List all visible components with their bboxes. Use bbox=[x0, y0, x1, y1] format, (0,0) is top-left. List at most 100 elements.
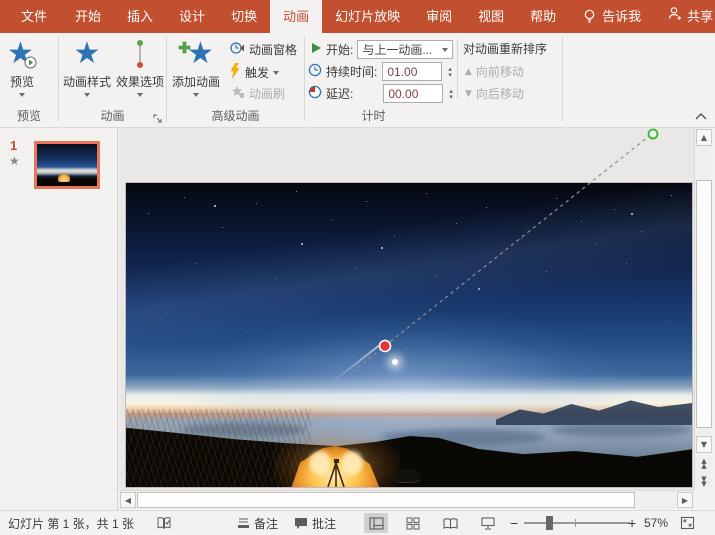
duration-input[interactable]: 01.00 bbox=[382, 62, 442, 81]
tab-view[interactable]: 视图 bbox=[465, 0, 517, 33]
reorder-header: 对动画重新排序 bbox=[463, 40, 547, 57]
move-earlier-button[interactable]: ▲ 向前移动 bbox=[465, 63, 524, 80]
zoom-slider-tick bbox=[575, 519, 576, 527]
tab-animations[interactable]: 动画 bbox=[270, 0, 322, 33]
slideshow-button[interactable] bbox=[476, 513, 500, 533]
animation-styles-label: 动画样式 bbox=[63, 73, 111, 90]
animation-painter-button[interactable]: 动画刷 bbox=[229, 85, 285, 102]
tab-insert[interactable]: 插入 bbox=[114, 0, 166, 33]
status-bar: 幻灯片 第 1 张，共 1 张 备注 批注 − + 57 bbox=[0, 510, 715, 535]
effect-options-button[interactable]: 效果选项 bbox=[116, 36, 164, 97]
add-animation-icon: ★ bbox=[178, 36, 214, 72]
tripod-silhouette bbox=[318, 455, 354, 488]
effect-options-label: 效果选项 bbox=[116, 73, 164, 90]
dialog-launcher-icon[interactable] bbox=[153, 113, 163, 123]
animation-painter-icon bbox=[229, 85, 245, 102]
vertical-scrollbar[interactable]: ▲ ▼ ▲▲ ▼▼ bbox=[694, 128, 712, 490]
start-dropdown[interactable]: 与上一动画... bbox=[357, 40, 453, 59]
vertical-scroll-thumb[interactable] bbox=[696, 180, 712, 428]
spellcheck-button[interactable] bbox=[157, 511, 171, 535]
slideshow-icon bbox=[481, 517, 495, 530]
zoom-in-icon[interactable]: + bbox=[628, 511, 636, 535]
group-label-preview: 预览 bbox=[0, 107, 58, 124]
slide-info: 幻灯片 第 1 张，共 1 张 bbox=[8, 511, 134, 535]
ribbon-tab-bar: 文件 开始 插入 设计 切换 动画 幻灯片放映 审阅 视图 帮助 告诉我 共享 bbox=[0, 0, 715, 33]
tab-transitions[interactable]: 切换 bbox=[218, 0, 270, 33]
thumbnail-tent bbox=[58, 174, 70, 182]
duration-row: 持续时间: 01.00 ▴▾ bbox=[308, 62, 452, 81]
preview-star-icon: ★ bbox=[7, 36, 37, 72]
chevron-down-icon bbox=[193, 93, 199, 97]
duration-spinner[interactable]: ▴▾ bbox=[448, 66, 452, 78]
share-label: 共享 bbox=[687, 0, 713, 33]
chevron-down-icon bbox=[84, 93, 90, 97]
comments-button[interactable]: 批注 bbox=[294, 511, 336, 535]
group-animation: ★ 动画样式 效果选项 动画 bbox=[59, 33, 166, 128]
scroll-up-button[interactable]: ▲ bbox=[696, 129, 712, 146]
slide[interactable] bbox=[125, 182, 693, 488]
tab-help[interactable]: 帮助 bbox=[517, 0, 569, 33]
tab-review[interactable]: 审阅 bbox=[413, 0, 465, 33]
fog-patch bbox=[551, 423, 691, 437]
move-earlier-label: 向前移动 bbox=[476, 63, 524, 80]
lightbulb-icon bbox=[569, 0, 600, 33]
trigger-button[interactable]: 触发 bbox=[229, 63, 279, 81]
zoom-level-label: 57% bbox=[644, 516, 668, 530]
delay-value: 00.00 bbox=[388, 87, 418, 101]
start-row: 开始: 与上一动画... bbox=[311, 40, 453, 59]
collapse-ribbon-icon[interactable] bbox=[695, 109, 707, 123]
animation-indicator-star-icon: ★ bbox=[9, 154, 20, 168]
delay-row: 延迟: 00.00 ▴▾ bbox=[308, 84, 453, 103]
fit-to-window-button[interactable] bbox=[680, 511, 695, 535]
add-animation-button[interactable]: ★ 添加动画 bbox=[172, 36, 220, 97]
next-slide-button[interactable]: ▼▼ bbox=[696, 473, 712, 490]
fit-to-window-icon bbox=[680, 516, 695, 530]
slide-thumbnail[interactable] bbox=[34, 141, 100, 189]
notes-button[interactable]: 备注 bbox=[237, 511, 278, 535]
animation-star-icon: ★ bbox=[74, 36, 101, 72]
delay-spinner[interactable]: ▴▾ bbox=[449, 88, 453, 100]
chevron-down-icon bbox=[137, 93, 143, 97]
scroll-left-button[interactable]: ◀ bbox=[120, 492, 136, 508]
preview-label: 预览 bbox=[10, 73, 34, 90]
horizontal-scrollbar[interactable]: ◀ ▶ bbox=[119, 490, 694, 509]
share-person-icon bbox=[667, 0, 682, 33]
previous-slide-button[interactable]: ▲▲ bbox=[696, 455, 712, 472]
reading-view-button[interactable] bbox=[438, 513, 462, 533]
play-icon bbox=[311, 42, 322, 57]
slide-sorter-button[interactable] bbox=[401, 513, 425, 533]
delay-label: 延迟: bbox=[326, 85, 353, 102]
mountain-ridge bbox=[496, 395, 693, 425]
scroll-down-button[interactable]: ▼ bbox=[696, 436, 712, 453]
zoom-slider-thumb[interactable] bbox=[546, 516, 553, 530]
animation-pane-button[interactable]: 动画窗格 bbox=[229, 41, 297, 58]
duration-label: 持续时间: bbox=[326, 63, 377, 80]
preview-button[interactable]: ★ 预览 bbox=[7, 36, 37, 97]
slide-info-label: 幻灯片 第 1 张，共 1 张 bbox=[8, 515, 134, 532]
normal-view-icon bbox=[369, 517, 384, 530]
tab-file[interactable]: 文件 bbox=[6, 0, 62, 33]
zoom-level[interactable]: 57% bbox=[644, 511, 668, 535]
move-later-button[interactable]: ▼ 向后移动 bbox=[465, 85, 524, 102]
move-later-arrow-icon: ▼ bbox=[465, 89, 472, 99]
ribbon: ★ 预览 预览 ★ 动画样式 效果选项 动画 bbox=[0, 33, 715, 128]
tab-design[interactable]: 设计 bbox=[166, 0, 218, 33]
normal-view-button[interactable] bbox=[364, 513, 388, 533]
animation-styles-button[interactable]: ★ 动画样式 bbox=[63, 36, 111, 97]
zoom-slider-track[interactable] bbox=[524, 522, 630, 524]
delay-input[interactable]: 00.00 bbox=[383, 84, 443, 103]
scroll-right-button[interactable]: ▶ bbox=[677, 492, 693, 508]
tab-home[interactable]: 开始 bbox=[62, 0, 114, 33]
comments-label: 批注 bbox=[312, 515, 336, 532]
zoom-out-icon[interactable]: − bbox=[510, 511, 518, 535]
horizontal-scroll-thumb[interactable] bbox=[137, 492, 635, 508]
group-label-animation: 动画 bbox=[59, 107, 166, 124]
tab-share[interactable]: 共享 bbox=[654, 0, 715, 33]
powerpoint-window: 文件 开始 插入 设计 切换 动画 幻灯片放映 审阅 视图 帮助 告诉我 共享 … bbox=[0, 0, 715, 535]
spellcheck-icon bbox=[157, 516, 171, 530]
tab-slideshow[interactable]: 幻灯片放映 bbox=[322, 0, 413, 33]
notes-label: 备注 bbox=[254, 515, 278, 532]
group-label-timing: 计时 bbox=[245, 107, 502, 124]
tab-tellme[interactable]: 告诉我 bbox=[600, 0, 654, 33]
trigger-label: 触发 bbox=[245, 64, 269, 81]
